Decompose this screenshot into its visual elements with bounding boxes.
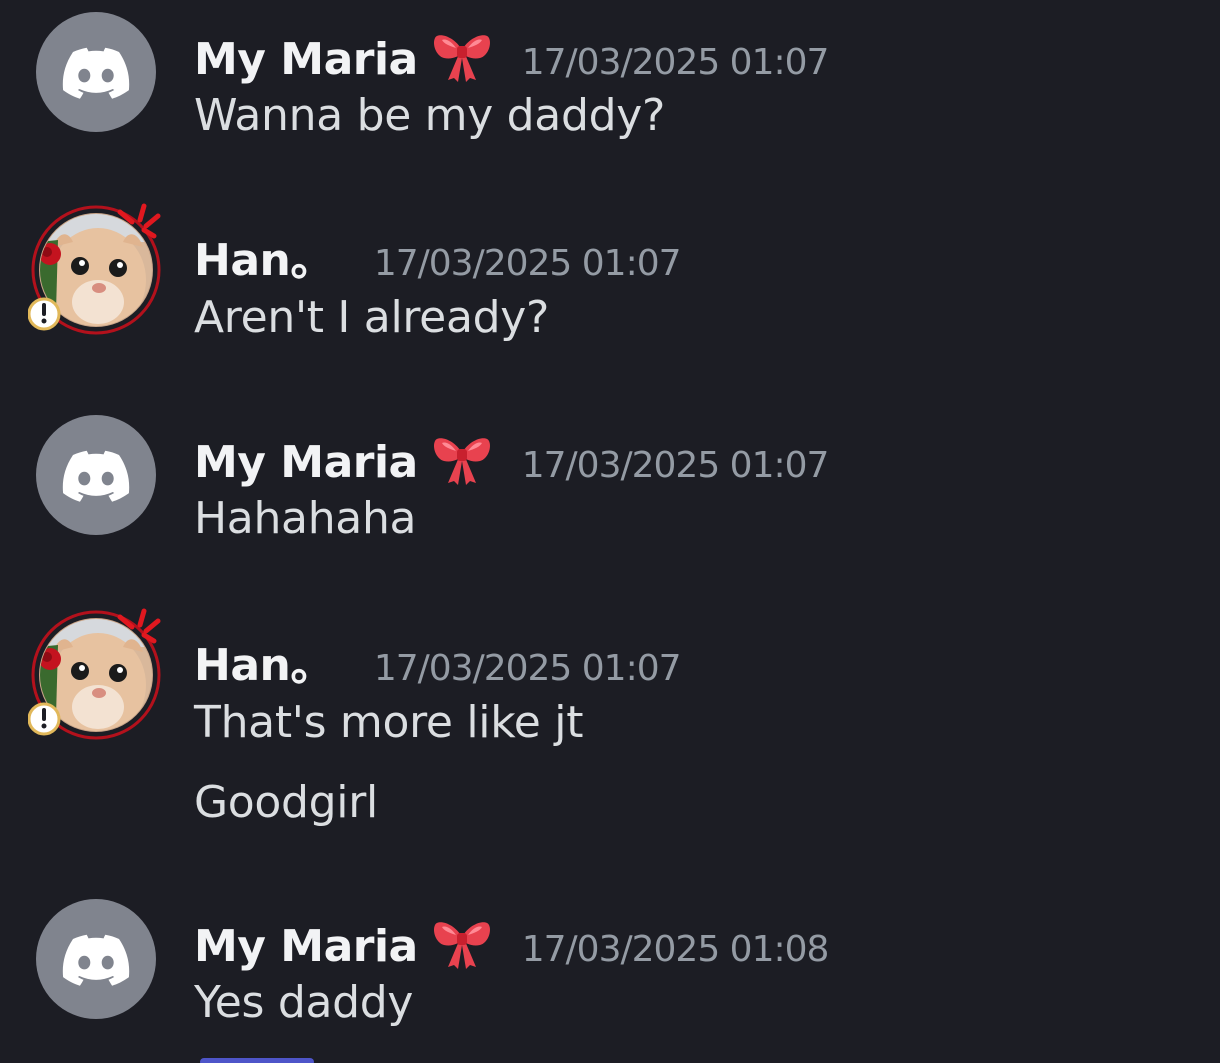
exclamation-icon [28, 704, 60, 736]
chat-message-list: My Maria 17/03/2025 01:07 Wanna be my da… [0, 0, 1220, 1063]
ribbon-bow-icon [432, 433, 492, 485]
username[interactable]: Han。 [194, 629, 334, 693]
message-text: Yes daddy [194, 977, 414, 1028]
username[interactable]: Han。 [194, 224, 334, 288]
avatar[interactable] [28, 607, 164, 743]
message-header: Han。 17/03/2025 01:07 [194, 629, 682, 693]
message-header: My Maria 17/03/2025 01:07 [194, 425, 830, 488]
message-timestamp: 17/03/2025 01:07 [373, 648, 682, 689]
message-text: Hahahaha [194, 493, 417, 544]
exclamation-icon [28, 299, 60, 331]
avatar[interactable] [36, 12, 156, 132]
avatar[interactable] [28, 202, 164, 338]
message-text: Wanna be my daddy? [194, 90, 665, 141]
message-timestamp: 17/03/2025 01:07 [521, 42, 830, 83]
avatar[interactable] [36, 899, 156, 1019]
message-header: Han。 17/03/2025 01:07 [194, 224, 682, 288]
message-text: That's more like jt [194, 697, 584, 748]
username[interactable]: My Maria [194, 437, 418, 488]
reaction-pill[interactable] [200, 1058, 314, 1063]
ribbon-bow-icon [432, 917, 492, 969]
username[interactable]: My Maria [194, 34, 418, 85]
discord-logo-icon [60, 439, 132, 511]
ribbon-bow-icon [432, 30, 492, 82]
discord-logo-icon [60, 923, 132, 995]
avatar[interactable] [36, 415, 156, 535]
message-text: Goodgirl [194, 777, 378, 828]
username[interactable]: My Maria [194, 921, 418, 972]
discord-logo-icon [60, 36, 132, 108]
message-timestamp: 17/03/2025 01:08 [521, 929, 830, 970]
message-header: My Maria 17/03/2025 01:08 [194, 909, 830, 972]
message-text: Aren't I already? [194, 292, 550, 343]
message-timestamp: 17/03/2025 01:07 [521, 445, 830, 486]
message-timestamp: 17/03/2025 01:07 [373, 243, 682, 284]
message-header: My Maria 17/03/2025 01:07 [194, 22, 830, 85]
